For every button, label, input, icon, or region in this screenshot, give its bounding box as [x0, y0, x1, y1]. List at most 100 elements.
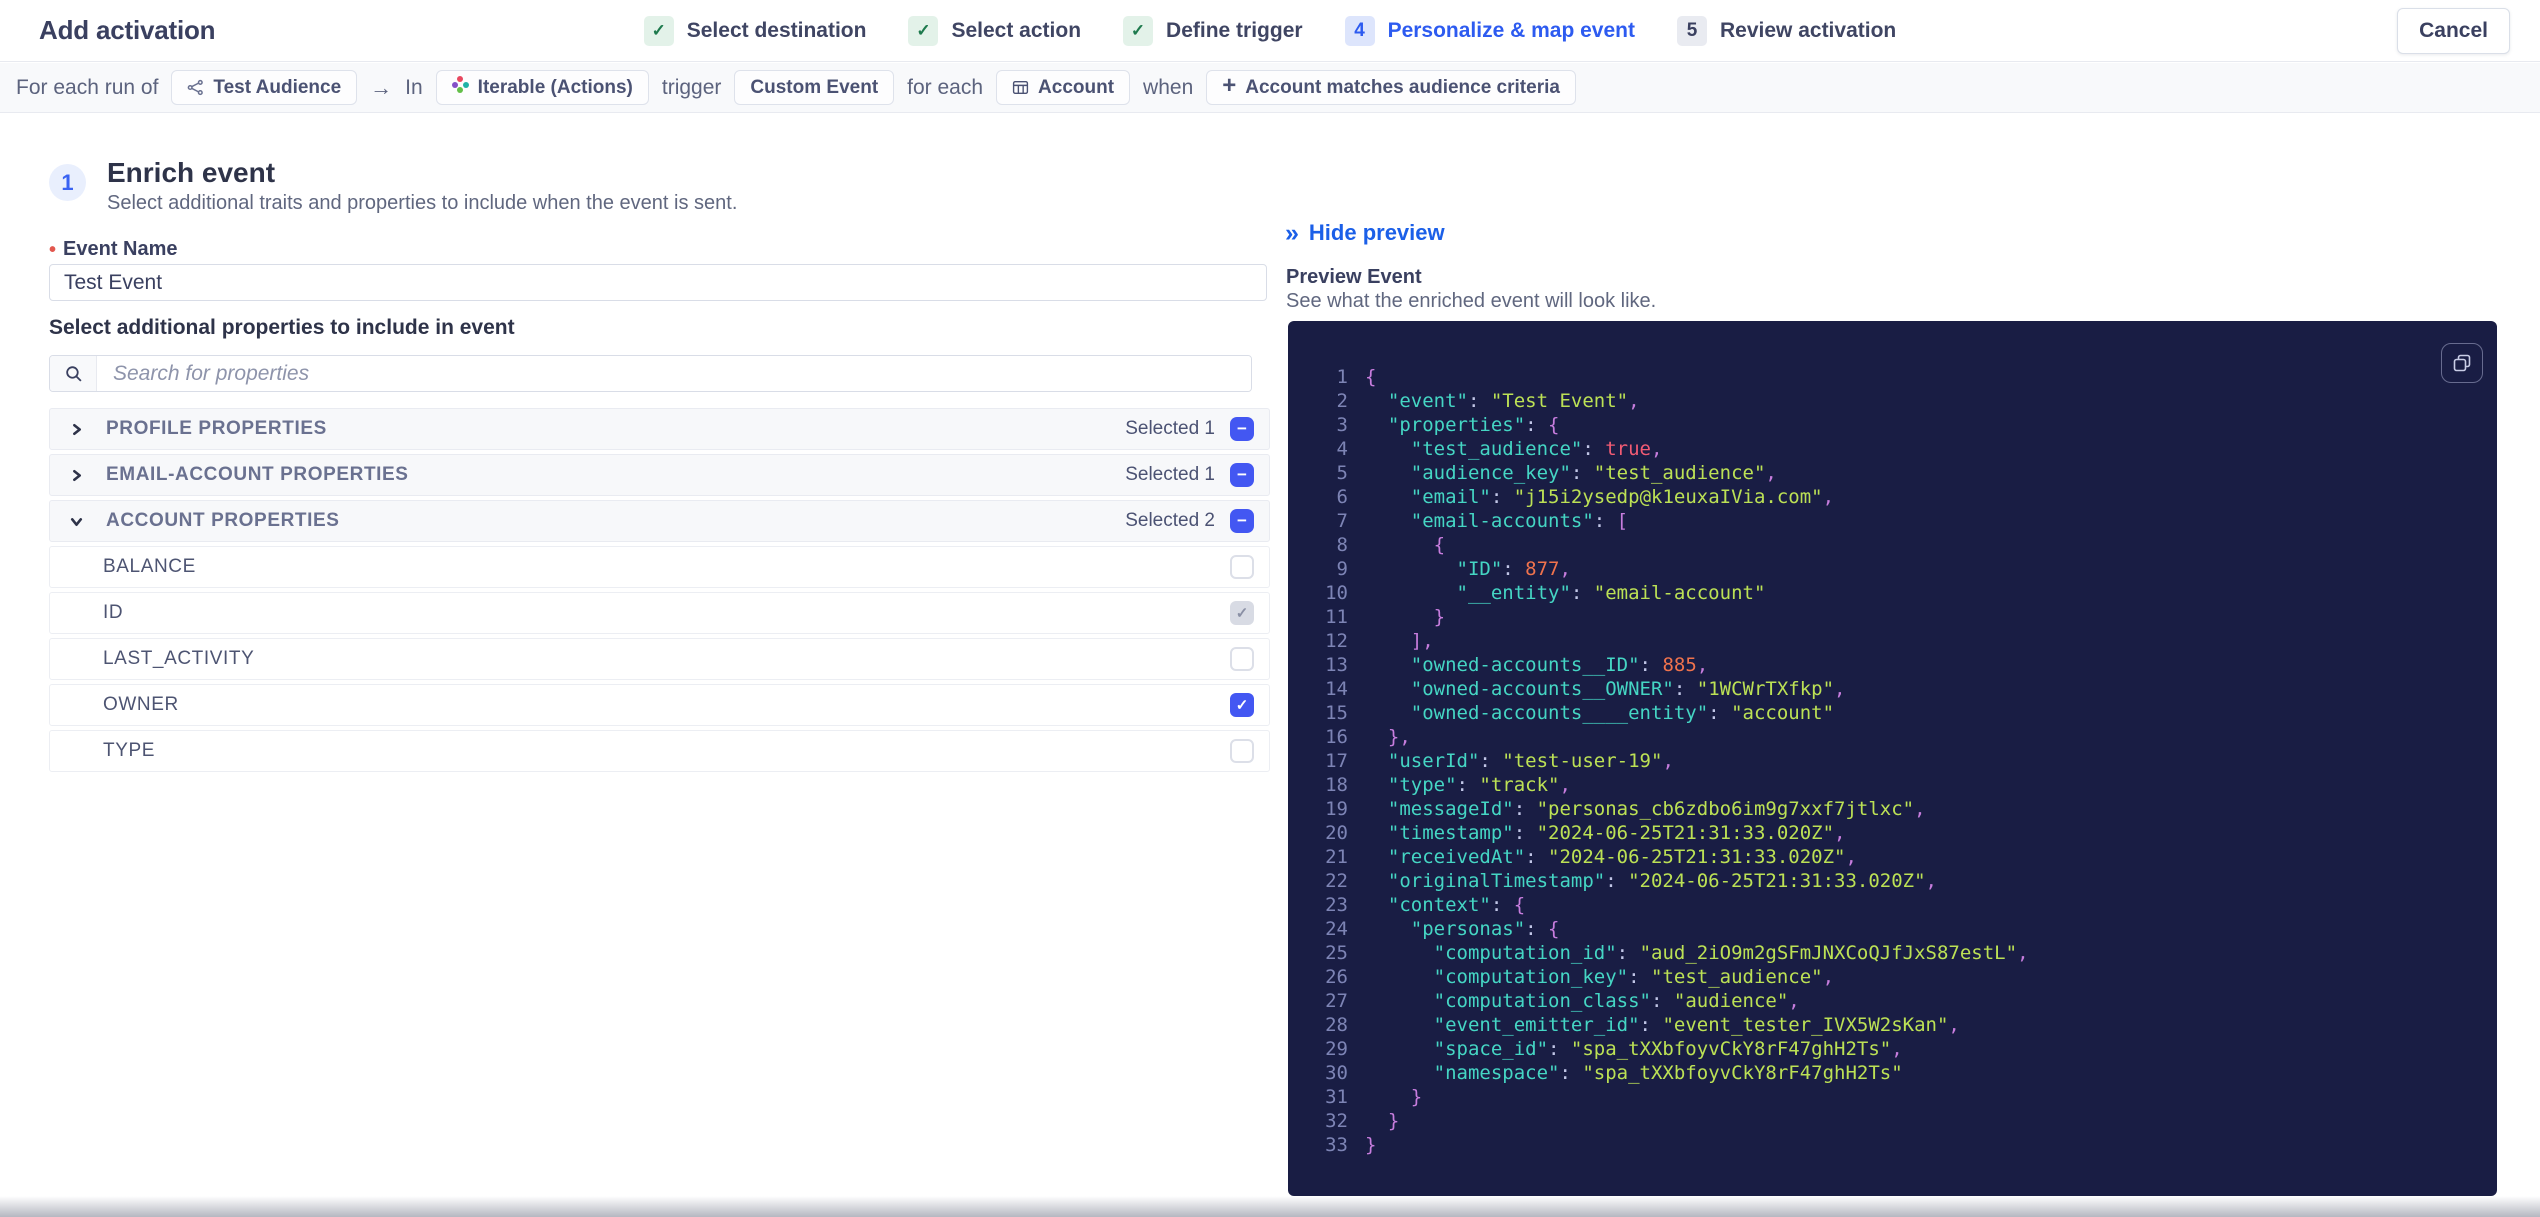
step-define-trigger[interactable]: ✓ Define trigger — [1123, 15, 1303, 46]
chip-label: Test Audience — [213, 76, 342, 98]
step-select-destination[interactable]: ✓ Select destination — [643, 15, 866, 46]
line-number: 12 — [1325, 630, 1348, 652]
chip-account-matches-audience-criteria[interactable]: + Account matches audience criteria — [1206, 70, 1576, 105]
page-title: Add activation — [39, 15, 216, 45]
code-text: "namespace": "spa_tXXbfoyvCkY8rF47ghH2Ts… — [1365, 1062, 1903, 1084]
chip-label: Custom Event — [750, 76, 879, 98]
property-row-owner[interactable]: OWNER ✓ — [49, 684, 1270, 726]
checkbox-checked-disabled[interactable]: ✓ — [1230, 601, 1254, 625]
line-number: 14 — [1325, 678, 1348, 700]
step-personalize-map-event[interactable]: 4 Personalize & map event — [1344, 15, 1635, 46]
context-text: In — [405, 75, 423, 99]
code-text: "type": "track", — [1365, 774, 1571, 796]
line-number: 31 — [1325, 1086, 1348, 1108]
check-icon: ✓ — [643, 15, 674, 46]
code-line: 16 }, — [1312, 725, 2479, 749]
code-text: { — [1365, 534, 1446, 556]
line-number: 24 — [1325, 918, 1348, 940]
checkbox-unchecked[interactable] — [1230, 647, 1254, 671]
code-text: "messageId": "personas_cb6zdbo6im9g7xxf7… — [1365, 798, 1926, 820]
property-row-id[interactable]: ID ✓ — [49, 592, 1270, 634]
property-label: TYPE — [103, 740, 156, 761]
checkbox-checked[interactable]: ✓ — [1230, 693, 1254, 717]
property-row-type[interactable]: TYPE — [49, 730, 1270, 772]
checkbox-indeterminate[interactable]: − — [1230, 417, 1254, 441]
line-number: 3 — [1336, 414, 1348, 436]
code-line: 26 "computation_key": "test_audience", — [1312, 965, 2479, 989]
code-line: 23 "context": { — [1312, 893, 2479, 917]
code-line: 13 "owned-accounts__ID": 885, — [1312, 653, 2479, 677]
property-label: BALANCE — [103, 556, 196, 577]
line-number: 15 — [1325, 702, 1348, 724]
code-line: 25 "computation_id": "aud_2iO9m2gSFmJNXC… — [1312, 941, 2479, 965]
checkbox-indeterminate[interactable]: − — [1230, 463, 1254, 487]
checkbox-unchecked[interactable] — [1230, 739, 1254, 763]
step-review-activation[interactable]: 5 Review activation — [1677, 15, 1896, 46]
code-line: 7 "email-accounts": [ — [1312, 509, 2479, 533]
enrich-event-title: Enrich event — [107, 157, 276, 188]
search-input[interactable] — [97, 356, 1251, 391]
code-text: "event_emitter_id": "event_tester_IVX5W2… — [1365, 1014, 1960, 1036]
code-text: "space_id": "spa_tXXbfoyvCkY8rF47ghH2Ts"… — [1365, 1038, 1903, 1060]
line-number: 21 — [1325, 846, 1348, 868]
stepper: ✓ Select destination ✓ Select action ✓ Define… — [643, 15, 1896, 46]
code-line: 12 ], — [1312, 629, 2479, 653]
code-line: 21 "receivedAt": "2024-06-25T21:31:33.02… — [1312, 845, 2479, 869]
step-number-badge: 1 — [49, 164, 86, 201]
code-text: } — [1365, 1086, 1423, 1108]
context-text: trigger — [661, 75, 722, 99]
code-text: "computation_class": "audience", — [1365, 990, 1800, 1012]
property-group-row-email-account-properties[interactable]: EMAIL-ACCOUNT PROPERTIES Selected 1− — [49, 454, 1270, 496]
wizard-header: Add activation ✓ Select destination ✓ Selec… — [0, 0, 2540, 62]
check-icon: ✓ — [908, 15, 939, 46]
group-label: ACCOUNT PROPERTIES — [106, 510, 340, 531]
chip-custom-event[interactable]: Custom Event — [734, 70, 895, 105]
line-number: 11 — [1325, 606, 1348, 628]
hide-preview-link[interactable]: » Hide preview — [1285, 220, 1445, 246]
property-label: OWNER — [103, 694, 179, 715]
activation-context-bar: For each run of Test Audience → In Iterable … — [0, 63, 2540, 113]
line-number: 22 — [1325, 870, 1348, 892]
line-number: 18 — [1325, 774, 1348, 796]
cancel-button[interactable]: Cancel — [2397, 7, 2510, 54]
chevron-right-icon[interactable] — [69, 422, 85, 437]
selected-count: Selected 2 — [1125, 510, 1215, 531]
code-text: "__entity": "email-account" — [1365, 582, 1766, 604]
iterable-icon — [451, 76, 469, 99]
line-number: 10 — [1325, 582, 1348, 604]
line-number: 2 — [1336, 390, 1348, 412]
event-name-input[interactable] — [49, 264, 1267, 301]
chevron-down-icon[interactable] — [69, 514, 85, 529]
line-number: 8 — [1336, 534, 1348, 556]
chevron-right-icon[interactable] — [69, 468, 85, 483]
context-text: For each run of — [16, 75, 159, 99]
page-bottom-shadow — [0, 1196, 2540, 1217]
property-row-last-activity[interactable]: LAST_ACTIVITY — [49, 638, 1270, 680]
property-group-row-profile-properties[interactable]: PROFILE PROPERTIES Selected 1− — [49, 408, 1270, 450]
property-row-balance[interactable]: BALANCE — [49, 546, 1270, 588]
code-text: "context": { — [1365, 894, 1526, 916]
line-number: 26 — [1325, 966, 1348, 988]
line-number: 23 — [1325, 894, 1348, 916]
line-number: 16 — [1325, 726, 1348, 748]
search-icon — [64, 364, 83, 383]
property-group-row-account-properties[interactable]: ACCOUNT PROPERTIES Selected 2− — [49, 500, 1270, 542]
checkbox-unchecked[interactable] — [1230, 555, 1254, 579]
code-line: 28 "event_emitter_id": "event_tester_IVX… — [1312, 1013, 2479, 1037]
event-name-label: • Event Name — [49, 238, 178, 261]
line-number: 7 — [1336, 510, 1348, 532]
chip-account[interactable]: Account — [996, 70, 1131, 105]
code-text: }, — [1365, 726, 1411, 748]
code-text: } — [1365, 606, 1446, 628]
checkbox-indeterminate[interactable]: − — [1230, 509, 1254, 533]
line-number: 17 — [1325, 750, 1348, 772]
code-text: "properties": { — [1365, 414, 1560, 436]
line-number: 13 — [1325, 654, 1348, 676]
chip-label: Iterable (Actions) — [477, 76, 633, 98]
chip-iterable-actions[interactable]: Iterable (Actions) — [435, 70, 649, 105]
selected-count: Selected 1 — [1125, 418, 1215, 439]
step-select-action[interactable]: ✓ Select action — [908, 15, 1081, 46]
property-label: LAST_ACTIVITY — [103, 648, 255, 669]
code-text: "receivedAt": "2024-06-25T21:31:33.020Z"… — [1365, 846, 1857, 868]
chip-test-audience[interactable]: Test Audience — [171, 70, 358, 105]
